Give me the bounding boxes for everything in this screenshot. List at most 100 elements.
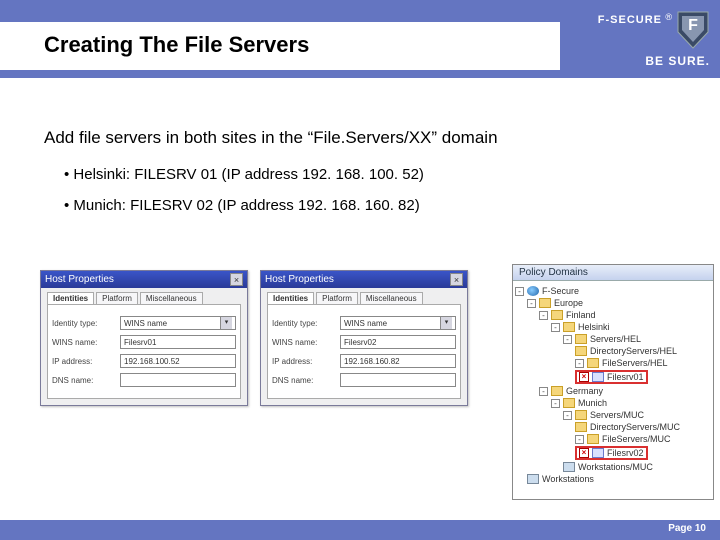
bullet-item: Munich: FILESRV 02 (IP address 192. 168.… (64, 197, 676, 214)
ip-address-input[interactable]: 192.168.160.82 (340, 354, 456, 368)
folder-icon (575, 410, 587, 420)
tree-node[interactable]: Workstations (542, 474, 594, 484)
dialog-title: Host Properties (45, 274, 114, 285)
tree-node[interactable]: Helsinki (578, 322, 610, 332)
slide-title: Creating The File Servers (44, 32, 560, 58)
tab-misc[interactable]: Miscellaneous (140, 292, 203, 304)
collapse-icon[interactable]: - (539, 311, 548, 320)
bullet-list: Helsinki: FILESRV 01 (IP address 192. 16… (44, 166, 676, 214)
label-ip: IP address: (52, 357, 116, 366)
label-idtype: Identity type: (52, 319, 116, 328)
tree-node[interactable]: FileServers/MUC (602, 434, 671, 444)
tab-identities[interactable]: Identities (47, 292, 94, 304)
tree-node[interactable]: Servers/MUC (590, 410, 644, 420)
dialog-titlebar[interactable]: Host Properties × (41, 271, 247, 288)
workstation-icon (563, 462, 575, 472)
folder-icon (551, 310, 563, 320)
label-dns: DNS name: (272, 376, 336, 385)
folder-icon (575, 346, 587, 356)
tree-node: Filesrv01 (607, 372, 644, 382)
collapse-icon[interactable]: - (575, 435, 584, 444)
bullet-item: Helsinki: FILESRV 01 (IP address 192. 16… (64, 166, 676, 183)
host-properties-dialog-2: Host Properties × Identities Platform Mi… (260, 270, 468, 406)
collapse-icon[interactable]: - (563, 411, 572, 420)
collapse-icon[interactable]: - (551, 323, 560, 332)
collapse-icon[interactable]: - (527, 299, 536, 308)
brand-name: F-SECURE (598, 14, 662, 26)
tree-node[interactable]: FileServers/HEL (602, 358, 668, 368)
dialog-tabs: Identities Platform Miscellaneous (267, 292, 461, 304)
dialog-form: Identity type: WINS name▾ WINS name: Fil… (47, 304, 241, 399)
collapse-icon[interactable]: - (563, 335, 572, 344)
collapse-icon[interactable]: - (539, 387, 548, 396)
tree-node: Filesrv02 (607, 448, 644, 458)
tree-node[interactable]: Servers/HEL (590, 334, 641, 344)
tree-node[interactable]: Munich (578, 398, 607, 408)
highlighted-node[interactable]: × Filesrv01 (575, 370, 648, 384)
brand-tagline: BE SURE. (645, 54, 710, 68)
tree-node[interactable]: DirectoryServers/HEL (590, 346, 677, 356)
brand-logo: F-SECURE ® F BE SURE. (590, 4, 710, 74)
dns-name-input[interactable] (120, 373, 236, 387)
collapse-icon[interactable]: - (575, 359, 584, 368)
lead-text: Add file servers in both sites in the “F… (44, 128, 676, 148)
page-number: Page 10 (668, 523, 706, 534)
dialog-titlebar[interactable]: Host Properties × (261, 271, 467, 288)
tree-node[interactable]: Europe (554, 298, 583, 308)
close-icon[interactable]: × (450, 273, 463, 286)
globe-icon (527, 286, 539, 296)
shield-icon: F (676, 10, 710, 50)
label-ip: IP address: (272, 357, 336, 366)
screenshot-panels: Host Properties × Identities Platform Mi… (40, 270, 710, 500)
slide-header: Creating The File Servers F-SECURE ® F B… (0, 0, 720, 78)
folder-icon (551, 386, 563, 396)
workstation-icon (527, 474, 539, 484)
identity-type-select[interactable]: WINS name▾ (340, 316, 456, 330)
title-band: Creating The File Servers (0, 22, 560, 70)
folder-icon (563, 322, 575, 332)
tree-node[interactable]: F-Secure (542, 286, 579, 296)
ip-address-input[interactable]: 192.168.100.52 (120, 354, 236, 368)
host-icon (592, 372, 604, 382)
folder-icon (587, 434, 599, 444)
slide-footer: Page 10 (0, 520, 720, 540)
wins-name-input[interactable]: Filesrv02 (340, 335, 456, 349)
tab-identities[interactable]: Identities (267, 292, 314, 304)
close-icon[interactable]: × (230, 273, 243, 286)
folder-icon (539, 298, 551, 308)
chevron-down-icon: ▾ (440, 317, 452, 329)
host-icon (592, 448, 604, 458)
tab-platform[interactable]: Platform (316, 292, 358, 304)
tree-node[interactable]: Workstations/MUC (578, 462, 653, 472)
label-wins: WINS name: (272, 338, 336, 347)
chevron-down-icon: ▾ (220, 317, 232, 329)
identity-type-select[interactable]: WINS name▾ (120, 316, 236, 330)
host-properties-dialog-1: Host Properties × Identities Platform Mi… (40, 270, 248, 406)
dialog-tabs: Identities Platform Miscellaneous (47, 292, 241, 304)
folder-icon (575, 422, 587, 432)
tree-node[interactable]: DirectoryServers/MUC (590, 422, 680, 432)
tree-node[interactable]: Germany (566, 386, 603, 396)
highlighted-node[interactable]: × Filesrv02 (575, 446, 648, 460)
folder-icon (587, 358, 599, 368)
domain-tree[interactable]: -F-Secure -Europe -Finland -Helsinki -Se… (513, 281, 713, 489)
error-icon: × (579, 448, 589, 458)
collapse-icon[interactable]: - (515, 287, 524, 296)
dialog-form: Identity type: WINS name▾ WINS name: Fil… (267, 304, 461, 399)
dialog-title: Host Properties (265, 274, 334, 285)
error-icon: × (579, 372, 589, 382)
slide-body: Add file servers in both sites in the “F… (0, 78, 720, 214)
label-idtype: Identity type: (272, 319, 336, 328)
policy-domains-panel: Policy Domains -F-Secure -Europe -Finlan… (512, 264, 714, 500)
registered-mark: ® (665, 12, 672, 22)
collapse-icon[interactable]: - (551, 399, 560, 408)
wins-name-input[interactable]: Filesrv01 (120, 335, 236, 349)
tree-title: Policy Domains (513, 265, 713, 281)
folder-icon (575, 334, 587, 344)
tab-misc[interactable]: Miscellaneous (360, 292, 423, 304)
dns-name-input[interactable] (340, 373, 456, 387)
tab-platform[interactable]: Platform (96, 292, 138, 304)
svg-text:F: F (688, 17, 698, 34)
label-dns: DNS name: (52, 376, 116, 385)
tree-node[interactable]: Finland (566, 310, 596, 320)
